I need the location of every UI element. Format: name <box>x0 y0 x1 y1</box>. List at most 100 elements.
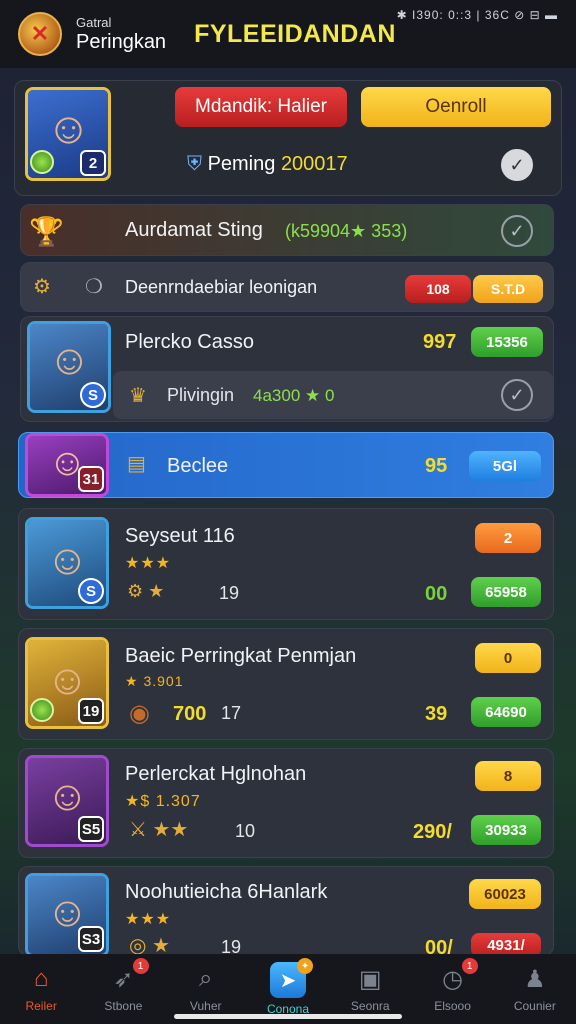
shield-icon: ⛨ <box>187 153 202 175</box>
home-icon: ⌂ <box>33 965 49 992</box>
sub-label: Plivingin <box>167 385 235 405</box>
rating-stars: ★ 3.901 <box>125 673 184 689</box>
player-score: 95 <box>425 455 448 477</box>
player-avatar: ☺ 31 <box>25 433 109 497</box>
level-badge: 19 <box>78 698 104 724</box>
player-score: 290/ <box>413 821 452 843</box>
leaf-icon: ❍ <box>85 276 103 298</box>
sub-value: 4a300 ★ 0 <box>253 386 335 405</box>
status-badge: S.T.D <box>473 275 543 303</box>
brand-title: FYLEEIDANDAN <box>194 19 396 48</box>
rank-badge: 2 <box>475 523 541 553</box>
nav-label: Stbone <box>104 999 143 1013</box>
nav-item-home[interactable]: ⌂ Reiler <box>0 954 82 1024</box>
rating-stars: ★★★ <box>125 555 172 572</box>
gem-icon <box>30 698 54 722</box>
app-logo[interactable]: ✕ <box>18 12 62 56</box>
enroll-button[interactable]: Oenroll <box>361 87 551 127</box>
level-badge: 31 <box>78 466 104 492</box>
achievement-detail: (k59904★ 353) <box>285 221 408 241</box>
points-badge: 65958 <box>471 577 541 607</box>
section-header: ⚙ ❍ Deenrndaebiar leonigan 108 S.T.D <box>20 262 554 312</box>
player-row[interactable]: ☺ S3 Noohutieicha 6Hanlark ★★★ ◎ ★ 19 60… <box>18 866 554 959</box>
home-indicator <box>174 1014 402 1019</box>
notification-badge: 1 <box>132 958 149 974</box>
ranking-row: ⛨ Peming 200017 <box>187 153 348 176</box>
level-badge: S <box>80 382 106 408</box>
player-name: Plercko Casso <box>125 331 254 353</box>
player-avatar: ☺ S <box>27 321 111 413</box>
level-badge: S5 <box>78 816 104 842</box>
player-row[interactable]: ☺ 19 Baeic Perringkat Penmjan ★ 3.901 ◉ … <box>18 628 554 740</box>
check-icon[interactable]: ✓ <box>501 149 533 181</box>
player-row[interactable]: ☺ S5 Perlerckat Hglnohan ★$ 1.307 ⚔ ★★ 1… <box>18 748 554 858</box>
player-name: Beclee <box>167 455 229 477</box>
rating-stars: ★$ 1.307 <box>125 793 201 810</box>
chest-icon: ▣ <box>358 966 382 993</box>
player-avatar: ☺ S5 <box>25 755 109 847</box>
clock-icon: ◷ <box>442 966 464 993</box>
player-avatar: ☺ S <box>25 517 109 609</box>
app-titles: Gatral Peringkan <box>76 16 166 52</box>
nav-label: Reiler <box>25 999 57 1013</box>
shield-icon: ◉ <box>129 700 150 727</box>
player-name: Seyseut 116 <box>125 525 235 547</box>
player-avatar: ☺ 19 <box>25 637 109 729</box>
player-extra-a: 700 <box>173 703 207 725</box>
count-badge: 108 <box>405 275 471 303</box>
points-badge: 15356 <box>471 327 543 357</box>
user-icon: ♟ <box>524 966 546 993</box>
player-name: Perlerckat Hglnohan <box>125 763 307 785</box>
trophy-icon: 🏆 <box>29 216 64 247</box>
player-score: 997 <box>423 331 457 353</box>
notification-badge: 1 <box>461 958 478 974</box>
rocket-icon: ➶ <box>113 966 134 993</box>
player-score: 00 <box>425 583 448 605</box>
player-extra: 17 <box>221 703 242 723</box>
gem-icon <box>30 150 54 174</box>
player-row-highlighted[interactable]: ☺ 31 ▤ Beclee 95 5Gl <box>18 432 554 498</box>
points-badge: 64690 <box>471 697 541 727</box>
achievement-title: Aurdamat Sting <box>125 219 263 241</box>
top-bar: ✕ Gatral Peringkan FYLEEIDANDAN ✱ I390: … <box>0 0 576 68</box>
rank-badge: 0 <box>475 643 541 673</box>
notification-badge: ✦ <box>297 958 314 974</box>
ranking-label: Peming <box>207 153 276 175</box>
player-name: Noohutieicha 6Hanlark <box>125 881 328 903</box>
status-bar: ✱ I390: 0::3 | 36C ⊘ ⊟ ▬ <box>396 8 558 22</box>
profile-avatar[interactable]: ☺ 2 <box>25 87 111 181</box>
shield-icon: ⚔ ★★ <box>129 819 189 841</box>
nav-label: Elsooo <box>434 999 471 1013</box>
nav-item-profile[interactable]: ♟ Counier <box>494 954 576 1024</box>
section-title: Deenrndaebiar leonigan <box>125 277 318 297</box>
player-name: Baeic Perringkat Penmjan <box>125 645 357 667</box>
player-row[interactable]: ☺ S Plercko Casso 997 15356 ♛ Plivingin … <box>20 316 554 422</box>
ranking-value: 200017 <box>280 153 348 175</box>
check-icon[interactable]: ✓ <box>501 379 533 411</box>
search-icon: ⌕ <box>198 965 213 992</box>
rating-stars: ★★★ <box>125 911 172 928</box>
rank-badge: 8 <box>475 761 541 791</box>
check-icon[interactable]: ✓ <box>501 215 533 247</box>
player-row[interactable]: ☺ S Seyseut 116 ★★★ ⚙ ★ 19 2 00 65958 <box>18 508 554 620</box>
loot-icon: ♛ <box>129 385 147 407</box>
player-extra: 19 <box>219 583 240 603</box>
sub-row: ♛ Plivingin 4a300 ★ 0 ✓ <box>113 371 553 419</box>
nav-item-clock[interactable]: ◷ 1 Elsooo <box>411 954 493 1024</box>
achievement-row[interactable]: 🏆 Aurdamat Sting (k59904★ 353) ✓ <box>20 204 554 256</box>
points-badge: 30933 <box>471 815 541 845</box>
app-title: Peringkan <box>76 31 167 53</box>
medal-icon: ⚙ <box>33 276 51 298</box>
rank-badge: 60023 <box>469 879 541 909</box>
player-avatar: ☺ S3 <box>25 873 109 957</box>
mdandik-button[interactable]: Mdandik: Halier <box>175 87 347 127</box>
nav-label: Counier <box>513 999 556 1013</box>
gear-icon: ⚙ ★ <box>127 581 165 601</box>
level-badge: S <box>78 578 104 604</box>
level-badge: S3 <box>78 926 104 952</box>
profile-card: ☺ 2 Mdandik: Halier Oenroll ⛨ Peming 200… <box>14 80 562 196</box>
player-extra: 10 <box>235 821 256 841</box>
nav-item-rocket[interactable]: ➶ 1 Stbone <box>82 954 164 1024</box>
nav-label: Vuher <box>189 999 222 1013</box>
level-badge: 2 <box>80 150 106 176</box>
